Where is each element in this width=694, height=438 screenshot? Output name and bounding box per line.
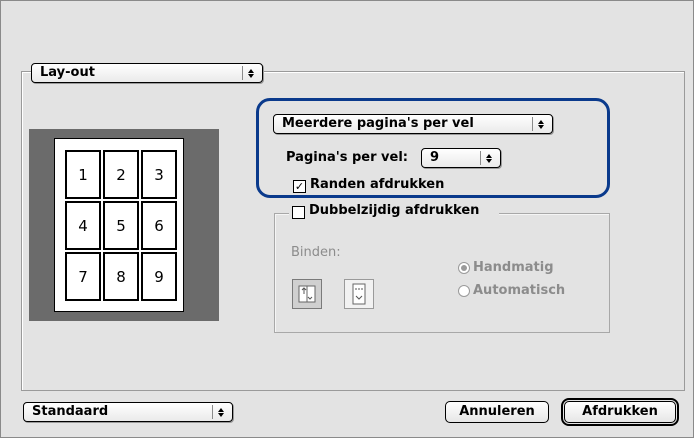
preview-page: 5 xyxy=(103,201,139,250)
popup-arrows-icon xyxy=(212,405,229,419)
preset-popup[interactable]: Standaard xyxy=(23,402,233,422)
tablet-binding-icon xyxy=(352,283,366,305)
print-borders-label: Randen afdrukken xyxy=(310,177,445,192)
pages-per-sheet-value: 9 xyxy=(430,150,440,165)
radio-manual-label: Handmatig xyxy=(473,260,554,275)
radio-manual[interactable] xyxy=(458,262,470,274)
radio-automatic-label: Automatisch xyxy=(473,283,566,298)
print-button[interactable]: Afdrukken xyxy=(561,398,679,426)
preview-page: 4 xyxy=(65,201,101,250)
pages-per-sheet-label: Pagina's per vel: xyxy=(286,150,408,165)
radio-automatic[interactable] xyxy=(458,285,470,297)
preview-page: 9 xyxy=(141,252,177,301)
popup-arrows-icon xyxy=(242,66,259,80)
print-borders-checkbox[interactable]: ✓ xyxy=(293,180,306,193)
duplex-checkbox[interactable] xyxy=(292,206,305,219)
print-dialog: Lay-out 1 2 3 4 5 6 7 8 9 Meerdere pagin… xyxy=(0,0,694,438)
popup-arrows-icon xyxy=(532,117,549,131)
panel-select-value: Lay-out xyxy=(40,65,95,80)
preview-page: 2 xyxy=(103,150,139,199)
layout-mode-popup[interactable]: Meerdere pagina's per vel xyxy=(273,114,553,134)
preview-page: 7 xyxy=(65,252,101,301)
preview-page-grid: 1 2 3 4 5 6 7 8 9 xyxy=(65,150,177,301)
preview-page: 3 xyxy=(141,150,177,199)
preview-page: 6 xyxy=(141,201,177,250)
preview-page: 1 xyxy=(65,150,101,199)
pages-per-sheet-popup[interactable]: 9 xyxy=(421,148,501,168)
panel-select-popup[interactable]: Lay-out xyxy=(31,63,263,83)
duplex-group-box xyxy=(274,213,610,333)
book-binding-button[interactable] xyxy=(292,279,322,309)
preview-page: 8 xyxy=(103,252,139,301)
preview-sheet: 1 2 3 4 5 6 7 8 9 xyxy=(54,138,184,312)
cancel-button[interactable]: Annuleren xyxy=(445,401,549,423)
duplex-label: Dubbelzijdig afdrukken xyxy=(309,203,480,218)
layout-mode-value: Meerdere pagina's per vel xyxy=(282,116,474,131)
popup-arrows-icon xyxy=(480,151,497,165)
tablet-binding-button[interactable] xyxy=(344,279,374,309)
preset-value: Standaard xyxy=(32,404,109,419)
bind-label: Binden: xyxy=(291,245,341,260)
book-binding-icon xyxy=(298,285,316,303)
